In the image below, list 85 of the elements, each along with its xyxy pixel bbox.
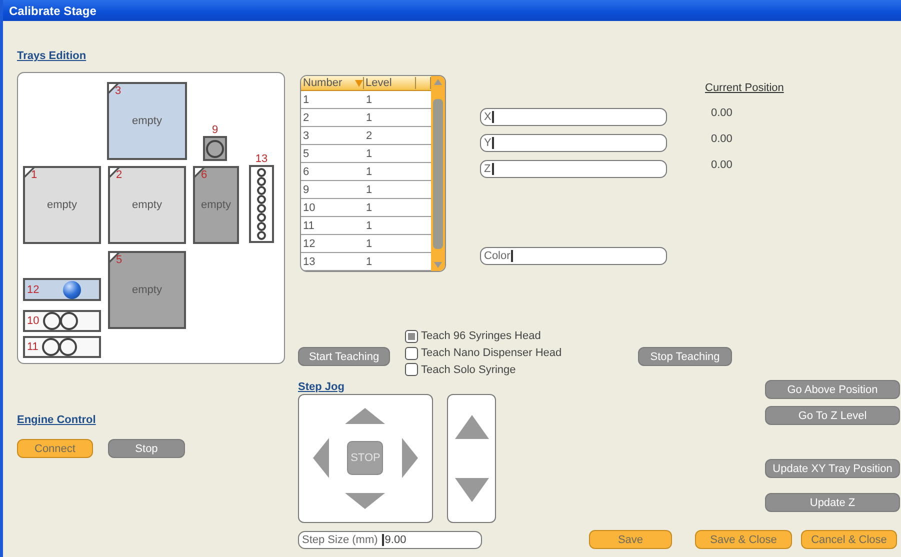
table-cell-text: 1: [365, 238, 374, 250]
window-title: Calibrate Stage: [9, 4, 96, 18]
tray[interactable]: [249, 165, 274, 243]
tray-number: 13: [255, 153, 268, 165]
section-heading: Engine Control: [17, 413, 96, 427]
text-input[interactable]: 9.00: [382, 534, 481, 546]
ball-icon: [63, 280, 82, 298]
color-field[interactable]: Color: [480, 247, 667, 265]
tray-label: empty: [201, 199, 231, 211]
left-arrow-icon[interactable]: [313, 438, 330, 478]
tray-number: 12: [27, 284, 40, 296]
table-cell-text: 3: [302, 130, 310, 142]
tray[interactable]: 3 empty: [107, 82, 187, 160]
footer-button[interactable]: Save: [589, 530, 672, 549]
tray[interactable]: 6 empty: [193, 166, 239, 244]
tray-number: 9: [212, 124, 218, 136]
up-arrow-icon[interactable]: [454, 414, 488, 439]
tray-number: 1: [31, 169, 38, 181]
footer-button[interactable]: Save & Close: [695, 530, 792, 549]
tray-number: 3: [115, 85, 122, 97]
tray-number: 5: [116, 254, 122, 266]
table-cell-text: 1: [302, 94, 310, 106]
tray-number: 11: [27, 341, 38, 353]
checkbox[interactable]: [405, 363, 418, 376]
coordinate-field[interactable]: Y: [480, 134, 667, 152]
coordinate-field[interactable]: Z: [480, 160, 667, 178]
tray-number: 6: [201, 169, 208, 181]
tray-number: 10: [27, 315, 40, 327]
position-value: 0.00: [711, 159, 734, 171]
table-cell-text: 1: [365, 184, 374, 196]
down-arrow-icon[interactable]: [345, 492, 386, 509]
table-cell-text: 10: [302, 202, 316, 214]
table-cell-text: 1: [365, 112, 374, 124]
tray[interactable]: 10: [23, 310, 101, 332]
table-cell-text: 5: [302, 148, 310, 160]
option-label: Teach Solo Syringe: [421, 364, 516, 376]
table-cell-text: 2: [302, 112, 310, 124]
option-label: Teach 96 Syringes Head: [421, 330, 541, 342]
position-value: 0.00: [711, 133, 734, 145]
checkbox[interactable]: [405, 330, 418, 343]
down-arrow-icon[interactable]: [454, 478, 488, 502]
table-cell-text: 6: [302, 166, 310, 178]
step-size-field[interactable]: Step Size (mm) 9.00: [298, 530, 482, 548]
table-cell-text: 1: [365, 256, 374, 268]
right-arrow-icon[interactable]: [402, 438, 418, 478]
up-arrow-icon[interactable]: [345, 408, 386, 424]
table-cell-text: 1: [365, 94, 374, 106]
sort-icon: [354, 80, 363, 86]
table-cell-text: 13: [302, 256, 316, 268]
section-heading: Trays Edition: [17, 49, 86, 63]
tray[interactable]: [203, 136, 227, 161]
table-cell-text: 9: [302, 184, 310, 196]
position-heading: Current Position: [705, 82, 784, 94]
tray[interactable]: 11: [23, 336, 101, 358]
footer-button[interactable]: Cancel & Close: [801, 530, 897, 549]
tray[interactable]: 2 empty: [108, 166, 186, 244]
tray[interactable]: 12: [23, 278, 101, 301]
tray-label: empty: [132, 199, 162, 211]
column-header[interactable]: Number: [301, 77, 364, 89]
tray-label: empty: [47, 199, 77, 211]
tray-number: 2: [116, 169, 122, 181]
tray-label: empty: [132, 284, 162, 296]
table-cell-text: 1: [365, 166, 374, 178]
position-value: 0.00: [711, 107, 734, 119]
table-cell-text: 11: [302, 220, 316, 232]
scroll-down-icon[interactable]: [434, 262, 442, 268]
table-cell-text: 1: [365, 202, 374, 214]
tray-label: empty: [132, 115, 162, 127]
scroll-up-icon[interactable]: [434, 79, 442, 85]
table-cell-text: 2: [365, 130, 374, 142]
teach-option[interactable]: Teach Nano Dispenser Head: [405, 344, 562, 362]
scrollbar[interactable]: [431, 76, 445, 271]
tray[interactable]: 5 empty: [108, 251, 186, 329]
teach-option[interactable]: Teach 96 Syringes Head: [405, 328, 562, 345]
connect-button[interactable]: Connect: [17, 439, 93, 458]
option-label: Teach Nano Dispenser Head: [421, 347, 562, 359]
table-cell-text: 12: [302, 238, 316, 250]
section-heading: Step Jog: [298, 380, 346, 394]
coordinate-field[interactable]: X: [480, 108, 667, 126]
table-cell-text: 1: [365, 148, 374, 160]
table-cell-text: 1: [365, 220, 374, 232]
tray[interactable]: 1 empty: [23, 166, 101, 244]
teach-option[interactable]: Teach Solo Syringe: [405, 361, 562, 378]
column-header[interactable]: Level: [364, 77, 416, 89]
checkbox[interactable]: [405, 346, 418, 360]
